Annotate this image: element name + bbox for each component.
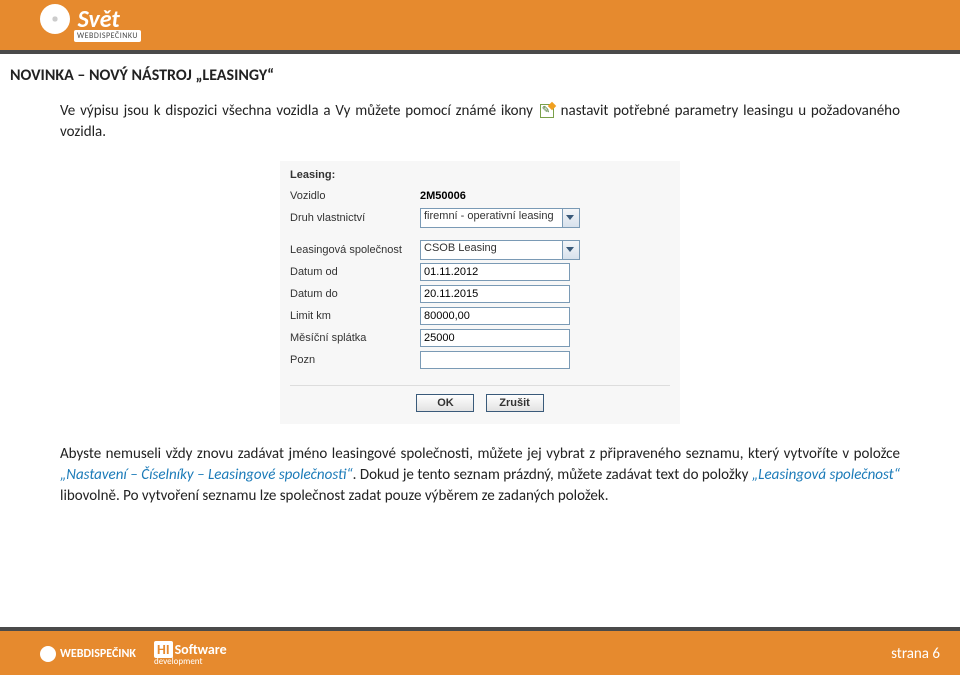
chevron-down-icon <box>566 215 574 220</box>
datum-od-input[interactable] <box>420 263 570 281</box>
druh-select-value: firemní - operativní leasing <box>424 210 554 222</box>
section-title: NOVINKA – NOVÝ NÁSTROJ „LEASINGY“ <box>10 66 960 85</box>
datum-do-label: Datum do <box>290 288 420 300</box>
edit-icon <box>540 104 554 118</box>
footer-brand1-text: WEBDISPEČINK <box>60 647 136 661</box>
datum-do-input[interactable] <box>420 285 570 303</box>
para2-c: libovolně. Po vytvoření seznamu lze spol… <box>60 487 608 505</box>
row-limit: Limit km <box>290 305 670 327</box>
spolecnost-select-value: CSOB Leasing <box>424 242 497 254</box>
logo-text: Svět <box>78 5 120 34</box>
page-prefix: strana <box>891 645 932 663</box>
chevron-down-icon <box>566 247 574 252</box>
globe-icon <box>40 4 70 34</box>
para2-a: Abyste nemuseli vždy znovu zadávat jméno… <box>60 445 900 463</box>
paragraph-1: Ve výpisu jsou k dispozici všechna vozid… <box>60 101 900 143</box>
pozn-label: Pozn <box>290 354 420 366</box>
paragraph-2: Abyste nemuseli vždy znovu zadávat jméno… <box>60 444 900 507</box>
limit-input[interactable] <box>420 307 570 325</box>
footer-bar: WEBDISPEČINK HISoftware development stra… <box>0 627 960 675</box>
para2-link1: „Nastavení – Číselníky – Leasingové spol… <box>60 466 353 484</box>
row-pozn: Pozn <box>290 349 670 371</box>
header-bar: Svět WEBDISPEČINKU <box>0 0 960 54</box>
row-datum-do: Datum do <box>290 283 670 305</box>
row-vozidlo: Vozidlo 2M50006 <box>290 185 670 207</box>
row-spolecnost: Leasingová společnost CSOB Leasing <box>290 239 670 261</box>
logo-svet: Svět WEBDISPEČINKU <box>40 4 141 42</box>
splatka-label: Měsíční splátka <box>290 332 420 344</box>
druh-label: Druh vlastnictví <box>290 212 420 224</box>
content: Ve výpisu jsou k dispozici všechna vozid… <box>0 101 960 507</box>
para1-text-a: Ve výpisu jsou k dispozici všechna vozid… <box>60 102 538 120</box>
header-stripe <box>0 50 960 54</box>
limit-label: Limit km <box>290 310 420 322</box>
footer-brands: WEBDISPEČINK HISoftware development <box>40 641 227 667</box>
form-heading: Leasing: <box>290 169 670 181</box>
logo-subtext: WEBDISPEČINKU <box>74 30 141 42</box>
page-num: 6 <box>932 645 940 663</box>
page-number: strana 6 <box>891 645 940 663</box>
globe-icon <box>40 646 56 662</box>
vozidlo-label: Vozidlo <box>290 190 420 202</box>
footer-brand-hisoftware: HISoftware development <box>154 641 227 667</box>
row-druh: Druh vlastnictví firemní - operativní le… <box>290 207 670 229</box>
leasing-form: Leasing: Vozidlo 2M50006 Druh vlastnictv… <box>280 161 680 424</box>
vozidlo-value: 2M50006 <box>420 190 466 202</box>
button-row: OK Zrušit <box>290 385 670 412</box>
druh-select[interactable]: firemní - operativní leasing <box>420 208 580 228</box>
footer-brand-webdispecink: WEBDISPEČINK <box>40 646 136 662</box>
pozn-input[interactable] <box>420 351 570 369</box>
para2-b: . Dokud je tento seznam prázdný, můžete … <box>353 466 752 484</box>
row-splatka: Měsíční splátka <box>290 327 670 349</box>
splatka-input[interactable] <box>420 329 570 347</box>
cancel-button[interactable]: Zrušit <box>486 394 544 412</box>
para2-link2: „Leasingová společnost“ <box>752 466 900 484</box>
row-datum-od: Datum od <box>290 261 670 283</box>
spolecnost-select[interactable]: CSOB Leasing <box>420 240 580 260</box>
datum-od-label: Datum od <box>290 266 420 278</box>
ok-button[interactable]: OK <box>416 394 474 412</box>
spolecnost-label: Leasingová společnost <box>290 244 420 256</box>
